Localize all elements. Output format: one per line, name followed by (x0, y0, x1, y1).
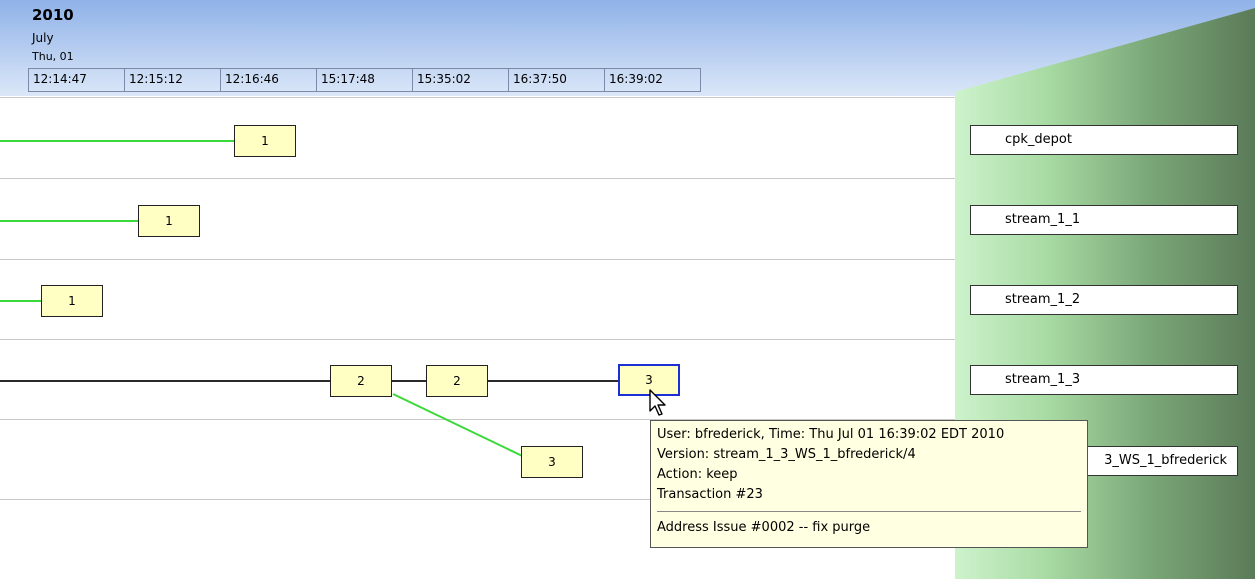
stream-label-stream-1-3[interactable]: stream_1_3 (970, 365, 1238, 395)
version-connector (0, 300, 41, 302)
tooltip-version: Version: stream_1_3_WS_1_bfrederick/4 (657, 447, 916, 462)
version-node[interactable]: 1 (234, 125, 296, 157)
version-node[interactable]: 2 (330, 365, 392, 397)
month-label: July (32, 31, 54, 45)
stream-label-stream-1-2[interactable]: stream_1_2 (970, 285, 1238, 315)
time-tick[interactable]: 15:35:02 (413, 69, 509, 91)
time-tick[interactable]: 12:16:46 (221, 69, 317, 91)
stream-label-stream-1-1[interactable]: stream_1_1 (970, 205, 1238, 235)
day-label: Thu, 01 (32, 50, 74, 63)
lane-divider (0, 339, 955, 340)
tooltip-action: Action: keep (657, 467, 738, 482)
version-node[interactable]: 2 (426, 365, 488, 397)
version-connector (0, 140, 234, 142)
time-tick[interactable]: 16:37:50 (509, 69, 605, 91)
stream-label-cpk-depot[interactable]: cpk_depot (970, 125, 1238, 155)
time-tick[interactable]: 12:14:47 (29, 69, 125, 91)
version-connector (488, 380, 618, 382)
time-tick[interactable]: 12:15:12 (125, 69, 221, 91)
version-connector (0, 380, 330, 382)
mouse-pointer-icon (649, 389, 666, 416)
tooltip-transaction: Transaction #23 (657, 487, 763, 502)
year-label: 2010 (32, 6, 74, 24)
lane-divider (0, 97, 955, 98)
version-tooltip: User: bfrederick, Time: Thu Jul 01 16:39… (650, 420, 1088, 548)
time-axis: 12:14:47 12:15:12 12:16:46 15:17:48 15:3… (28, 68, 701, 92)
lane-divider (0, 178, 955, 179)
time-tick[interactable]: 15:17:48 (317, 69, 413, 91)
tooltip-comment: Address Issue #0002 -- fix purge (657, 520, 871, 535)
version-node[interactable]: 3 (521, 446, 583, 478)
version-node[interactable]: 1 (41, 285, 103, 317)
branch-connector (392, 393, 524, 458)
tooltip-divider (657, 511, 1081, 512)
lane-divider (0, 259, 955, 260)
tooltip-user-time: User: bfrederick, Time: Thu Jul 01 16:39… (657, 427, 1005, 442)
time-tick[interactable]: 16:39:02 (605, 69, 701, 91)
version-connector (392, 380, 426, 382)
version-connector (0, 220, 138, 222)
version-node[interactable]: 1 (138, 205, 200, 237)
